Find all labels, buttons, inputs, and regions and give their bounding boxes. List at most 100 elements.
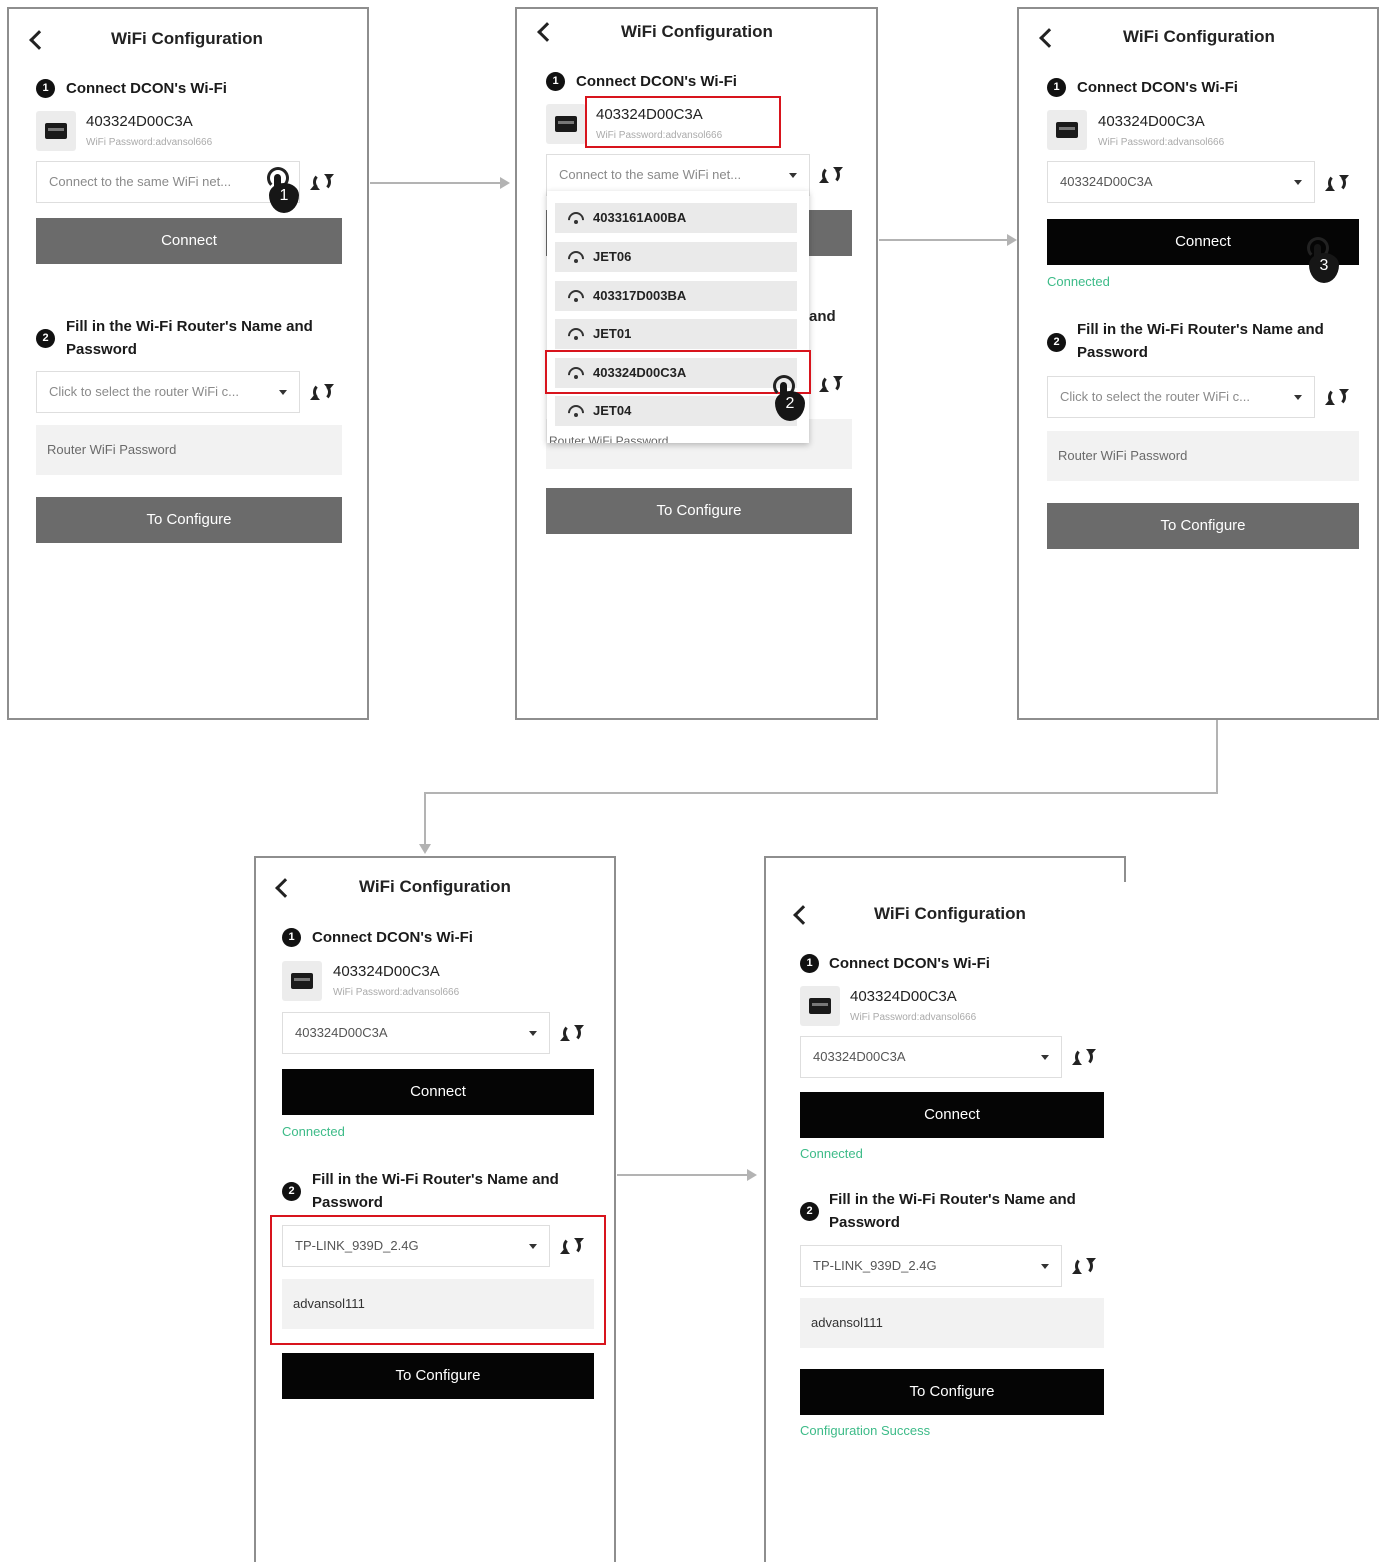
device-password: WiFi Password:advansol666 [86,137,213,148]
step1-badge: 1 [800,954,819,973]
device-name: 403324D00C3A [333,963,440,980]
refresh-icon[interactable] [560,1024,584,1042]
chevron-down-icon [1041,1264,1049,1269]
dcon-wifi-select[interactable]: 403324D00C3A [800,1036,1062,1078]
dcon-wifi-placeholder: Connect to the same WiFi net... [49,174,232,189]
router-wifi-placeholder: Click to select the router WiFi c... [1060,389,1250,404]
refresh-icon[interactable] [1072,1257,1096,1275]
wifi-option[interactable]: 4033161A00BA [555,203,797,233]
flow-connector-3-4-across [424,792,1218,794]
tap-cursor-icon: 1 [263,167,301,213]
wifi-option[interactable]: JET01 [555,319,797,349]
chevron-down-icon [279,390,287,395]
device-name: 403324D00C3A [850,988,957,1005]
back-icon[interactable] [537,22,557,42]
wifi-option[interactable]: JET04 [555,396,797,426]
device-name: 403324D00C3A [1098,113,1205,130]
router-wifi-select[interactable]: TP-LINK_939D_2.4G [800,1245,1062,1287]
chevron-down-icon [789,173,797,178]
connect-button[interactable]: Connect [282,1069,594,1115]
step1-badge: 1 [1047,78,1066,97]
back-icon[interactable] [275,878,295,898]
connect-button[interactable]: Connect [36,218,342,264]
configure-button[interactable]: To Configure [282,1353,594,1399]
flow-arrow-1-2 [370,182,500,184]
device-icon [800,986,840,1026]
step2-heading-line1: Fill in the Wi-Fi Router's Name and [312,1171,559,1188]
step1-badge: 1 [546,72,565,91]
dcon-wifi-select[interactable]: 403324D00C3A [282,1012,550,1054]
refresh-icon[interactable] [1325,174,1349,192]
dcon-wifi-value: 403324D00C3A [295,1025,388,1040]
step1-heading: Connect DCON's Wi-Fi [312,929,473,946]
wifi-option[interactable]: JET06 [555,242,797,272]
device-icon [1047,110,1087,150]
connect-button[interactable]: Connect [800,1092,1104,1138]
step2-heading-line1: Fill in the Wi-Fi Router's Name and [1077,321,1324,338]
device-name: 403324D00C3A [86,113,193,130]
router-password-input[interactable]: Router WiFi Password [1047,431,1359,481]
connection-status: Connected [800,1146,863,1161]
step1-heading: Connect DCON's Wi-Fi [1077,79,1238,96]
step1-heading: Connect DCON's Wi-Fi [66,80,227,97]
back-icon[interactable] [29,30,49,50]
screen-step-4: WiFi Configuration 1 Connect DCON's Wi-F… [254,856,616,1562]
flow-arrowhead-3-4 [419,844,431,854]
flow-arrowhead-4-5 [747,1169,757,1181]
configure-button[interactable]: To Configure [1047,503,1359,549]
connection-status: Connected [282,1124,345,1139]
tap-step-number: 3 [1319,257,1329,274]
wifi-icon [564,324,588,348]
configure-button[interactable]: To Configure [800,1369,1104,1415]
router-password-input[interactable]: Router WiFi Password [36,425,342,475]
step1-badge: 1 [36,79,55,98]
wifi-icon [564,247,588,271]
dcon-wifi-placeholder: Connect to the same WiFi net... [559,167,742,182]
flow-connector-3-4-down [1216,720,1218,794]
highlight-device-name [585,96,781,148]
chevron-down-icon [1294,180,1302,185]
configure-button[interactable]: To Configure [546,488,852,534]
device-icon [36,111,76,151]
dcon-wifi-select[interactable]: Connect to the same WiFi net... [546,154,810,196]
page-title: WiFi Configuration [621,22,773,41]
step2-heading-line2: Password [1077,344,1148,361]
refresh-icon[interactable] [1072,1048,1096,1066]
screen-step-1: WiFi Configuration 1 Connect DCON's Wi-F… [7,7,369,720]
refresh-icon[interactable] [310,173,334,191]
tap-step-number: 1 [279,187,289,204]
wifi-icon [564,286,588,310]
step2-badge: 2 [282,1182,301,1201]
refresh-icon[interactable] [1325,388,1349,406]
flow-arrowhead-1-2 [500,177,510,189]
step2-badge: 2 [1047,333,1066,352]
refresh-icon[interactable] [819,166,843,184]
step1-badge: 1 [282,928,301,947]
chevron-down-icon [529,1031,537,1036]
back-icon[interactable] [793,905,813,925]
panel-edge [1124,858,1126,882]
step1-heading: Connect DCON's Wi-Fi [829,955,990,972]
wifi-option[interactable]: 403317D003BA [555,281,797,311]
back-icon[interactable] [1039,28,1059,48]
router-password-input[interactable]: advansol111 [800,1298,1104,1348]
dcon-wifi-value: 403324D00C3A [1060,174,1153,189]
configure-button[interactable]: To Configure [36,497,342,543]
step2-heading-line1: Fill in the Wi-Fi Router's Name and [66,318,313,335]
refresh-icon[interactable] [310,383,334,401]
dcon-wifi-select[interactable]: Connect to the same WiFi net... [36,161,300,203]
page-title: WiFi Configuration [1123,27,1275,46]
step2-heading-line2: Password [66,341,137,358]
tap-cursor-icon: 3 [1303,237,1341,283]
router-wifi-select[interactable]: Click to select the router WiFi c... [1047,376,1315,418]
dcon-wifi-select[interactable]: 403324D00C3A [1047,161,1315,203]
refresh-icon[interactable] [819,375,843,393]
tap-cursor-icon: 2 [769,375,807,421]
page-title: WiFi Configuration [359,877,511,896]
screen-step-5: WiFi Configuration 1 Connect DCON's Wi-F… [764,856,1126,1562]
screen-step-3: WiFi Configuration 1 Connect DCON's Wi-F… [1017,7,1379,720]
page-title: WiFi Configuration [874,904,1026,923]
chevron-down-icon [1294,395,1302,400]
connection-status: Connected [1047,274,1110,289]
router-wifi-select[interactable]: Click to select the router WiFi c... [36,371,300,413]
